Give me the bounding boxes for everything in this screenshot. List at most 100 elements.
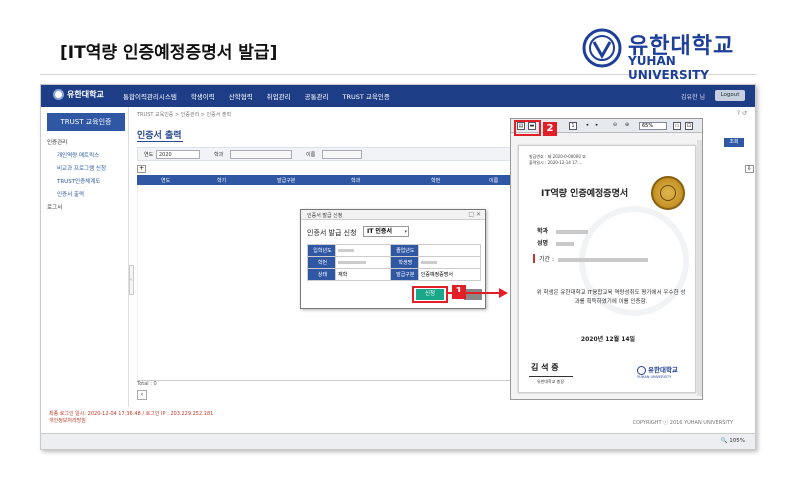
- sidebar-list: 인증관리 개인역량 매트릭스 비교과 프로그램 신청 TRUST인증체계도 인증…: [47, 137, 127, 215]
- breadcrumb: TRUST 교육인증 > 인증관리 > 인증서 출력: [137, 112, 232, 118]
- zoom-in-icon[interactable]: ⊕: [623, 122, 631, 130]
- footer-login-info: 최종 로그인 일시: 2020-12-04 17:36:48 / 로그인 IP …: [49, 411, 213, 425]
- page-icon[interactable]: 1: [569, 122, 577, 130]
- cert-logo: 유한대학교 YUHAN UNIVERSITY: [637, 364, 678, 379]
- arrow-head-icon: [499, 288, 508, 298]
- year-select[interactable]: 2020: [156, 150, 200, 159]
- content-title: 인증서 출력: [137, 131, 182, 141]
- pager-prev[interactable]: ‹: [137, 390, 147, 400]
- label-grad-year: 졸업년도: [389, 244, 419, 257]
- cert-dept-label: 학과: [537, 228, 549, 235]
- privacy-link[interactable]: 개인정보처리방침: [49, 418, 213, 425]
- cert-field-name: 성명: [537, 238, 575, 247]
- sidebar: TRUST 교육인증 인증관리 개인역량 매트릭스 비교과 프로그램 신청 TR…: [41, 107, 129, 407]
- dialog-cancel-button[interactable]: [464, 289, 482, 300]
- cert-date: 2020년 12월 14일: [580, 336, 636, 343]
- page-title: [IT역량 인증예정증명서 발급]: [60, 43, 278, 63]
- dept-input[interactable]: [230, 150, 292, 159]
- label-student-id: 학번: [307, 256, 336, 269]
- sidebar-item-log[interactable]: 로그서: [47, 202, 127, 215]
- value-admit-year: [335, 244, 391, 257]
- nav-logo-text: 유한대학교: [67, 90, 104, 99]
- cert-name-label: 성명: [537, 240, 549, 247]
- value-student-name: [417, 256, 482, 269]
- copyright: COPYRIGHT ⓒ 2016 YUHAN UNIVERSITY: [632, 420, 733, 426]
- top-navbar: 유한대학교 통합이력관리시스템 학생이력 산학협력 취업관리 공통관리 TRUS…: [41, 85, 755, 107]
- university-emblem-icon: [582, 28, 622, 68]
- chevron-down-icon: ▾: [404, 229, 407, 235]
- dept-label: 학과: [214, 152, 224, 158]
- nav-item-common[interactable]: 공통관리: [305, 91, 329, 101]
- sidebar-item-matrix[interactable]: 개인역량 매트릭스: [47, 150, 127, 163]
- cert-print-date: 출력일시 : 2020-12-14 17:…: [529, 160, 583, 165]
- sidebar-item-program[interactable]: 비교과 프로그램 신청: [47, 163, 127, 176]
- sidebar-toggle[interactable]: ‹: [129, 265, 134, 295]
- nav-item-integrated[interactable]: 통합이력관리시스템: [123, 91, 177, 101]
- col-type: 발급구분: [277, 178, 296, 184]
- last-login: 최종 로그인 일시: 2020-12-04 17:36:48 / 로그인 IP …: [49, 411, 214, 417]
- add-button[interactable]: +: [137, 165, 146, 173]
- sidebar-item-cert-print[interactable]: 인증서 출력: [47, 189, 127, 202]
- gold-seal-icon: [651, 176, 685, 210]
- sidebar-heading: TRUST 교육인증: [47, 113, 125, 131]
- search-button[interactable]: 조회: [724, 138, 744, 147]
- nav-menu: 통합이력관리시스템 학생이력 산학협력 취업관리 공통관리 TRUST 교육인증: [123, 91, 390, 101]
- value-student-id: [335, 256, 391, 269]
- logo-emblem-icon: [53, 89, 64, 100]
- sidebar-item-cert-manage[interactable]: 인증관리: [47, 137, 127, 150]
- signer-title: 유한대학교 총장: [537, 379, 565, 384]
- cert-period-label: 기간 :: [539, 256, 554, 263]
- nav-item-career[interactable]: 취업관리: [267, 91, 291, 101]
- zoom-level[interactable]: 🔍 105%: [721, 438, 745, 444]
- nav-logo[interactable]: 유한대학교: [53, 89, 104, 103]
- cert-field-dept: 학과: [537, 226, 589, 235]
- badge-2: 2: [543, 122, 557, 136]
- sidebar-item-trust-system[interactable]: TRUST인증체계도: [47, 176, 127, 189]
- cert-body: 위 학생은 유한대학교 IT융합교육 역량성취도 평가에서 우수한 성과를 획득…: [536, 290, 686, 305]
- cert-period: 기간 :: [533, 254, 683, 263]
- fit-page-icon[interactable]: ▭: [673, 122, 681, 130]
- nav-item-trust[interactable]: TRUST 교육인증: [343, 91, 390, 101]
- value-issue-type: 인증예정증명서: [417, 268, 482, 281]
- label-issue-type: 발급구분: [389, 268, 419, 281]
- download-icon[interactable]: ⇩: [745, 165, 754, 173]
- value-grad-year: [417, 244, 482, 257]
- year-label: 연도: [144, 152, 154, 158]
- label-status: 상태: [307, 268, 336, 281]
- cert-type-value: IT 인증서: [367, 228, 392, 235]
- user-name: 김유한 님: [681, 94, 705, 101]
- nav-item-student[interactable]: 학생이력: [191, 91, 215, 101]
- col-dept: 학과: [351, 178, 361, 184]
- name-input[interactable]: [322, 150, 362, 159]
- value-status: 재학: [335, 268, 391, 281]
- highlight-box-2: [514, 120, 541, 136]
- cert-logo-text: 유한대학교: [648, 366, 678, 374]
- student-info-grid: 입학년도 졸업년도 학번 학생명 상태 재학 발급구분 인증예정증명서: [307, 244, 482, 281]
- col-name: 이름: [489, 178, 499, 184]
- col-student-id: 학번: [431, 178, 441, 184]
- fit-width-icon[interactable]: ⊡: [685, 122, 693, 130]
- dialog-close-icon[interactable]: □ ✕: [468, 211, 481, 218]
- cert-type-select[interactable]: IT 인증서 ▾: [363, 226, 409, 237]
- logout-button[interactable]: Logout: [715, 90, 745, 101]
- prev-page-icon[interactable]: ◂: [583, 122, 591, 130]
- next-page-icon[interactable]: ▸: [593, 122, 601, 130]
- zoom-out-icon[interactable]: ⊖: [611, 122, 619, 130]
- arrow-line: [448, 292, 500, 294]
- viewer-scrollbar[interactable]: [697, 140, 702, 396]
- nav-item-industry[interactable]: 산학협력: [229, 91, 253, 101]
- highlight-box-1: [412, 286, 448, 303]
- dialog-header: 인증서 발급 신청 □ ✕: [301, 210, 485, 220]
- apply-label: 인증서 발급 신청: [307, 229, 357, 237]
- viewer-zoom-select[interactable]: 65%: [639, 122, 667, 130]
- name-label: 이름: [306, 152, 316, 158]
- certificate-page: 발급번호 : 제 2020-0-00000 호 출력일시 : 2020-12-1…: [518, 145, 696, 393]
- cert-reference: 발급번호 : 제 2020-0-00000 호 출력일시 : 2020-12-1…: [529, 154, 586, 166]
- cert-logo-emblem-icon: [637, 365, 646, 375]
- help-icon[interactable]: ? ↺: [737, 110, 747, 117]
- label-admit-year: 입학년도: [307, 244, 336, 257]
- content-title-underline: [137, 141, 183, 142]
- signature-line: [529, 376, 573, 377]
- cert-signature: 김 석 중: [531, 362, 559, 372]
- total-count: Total : 0: [137, 381, 157, 387]
